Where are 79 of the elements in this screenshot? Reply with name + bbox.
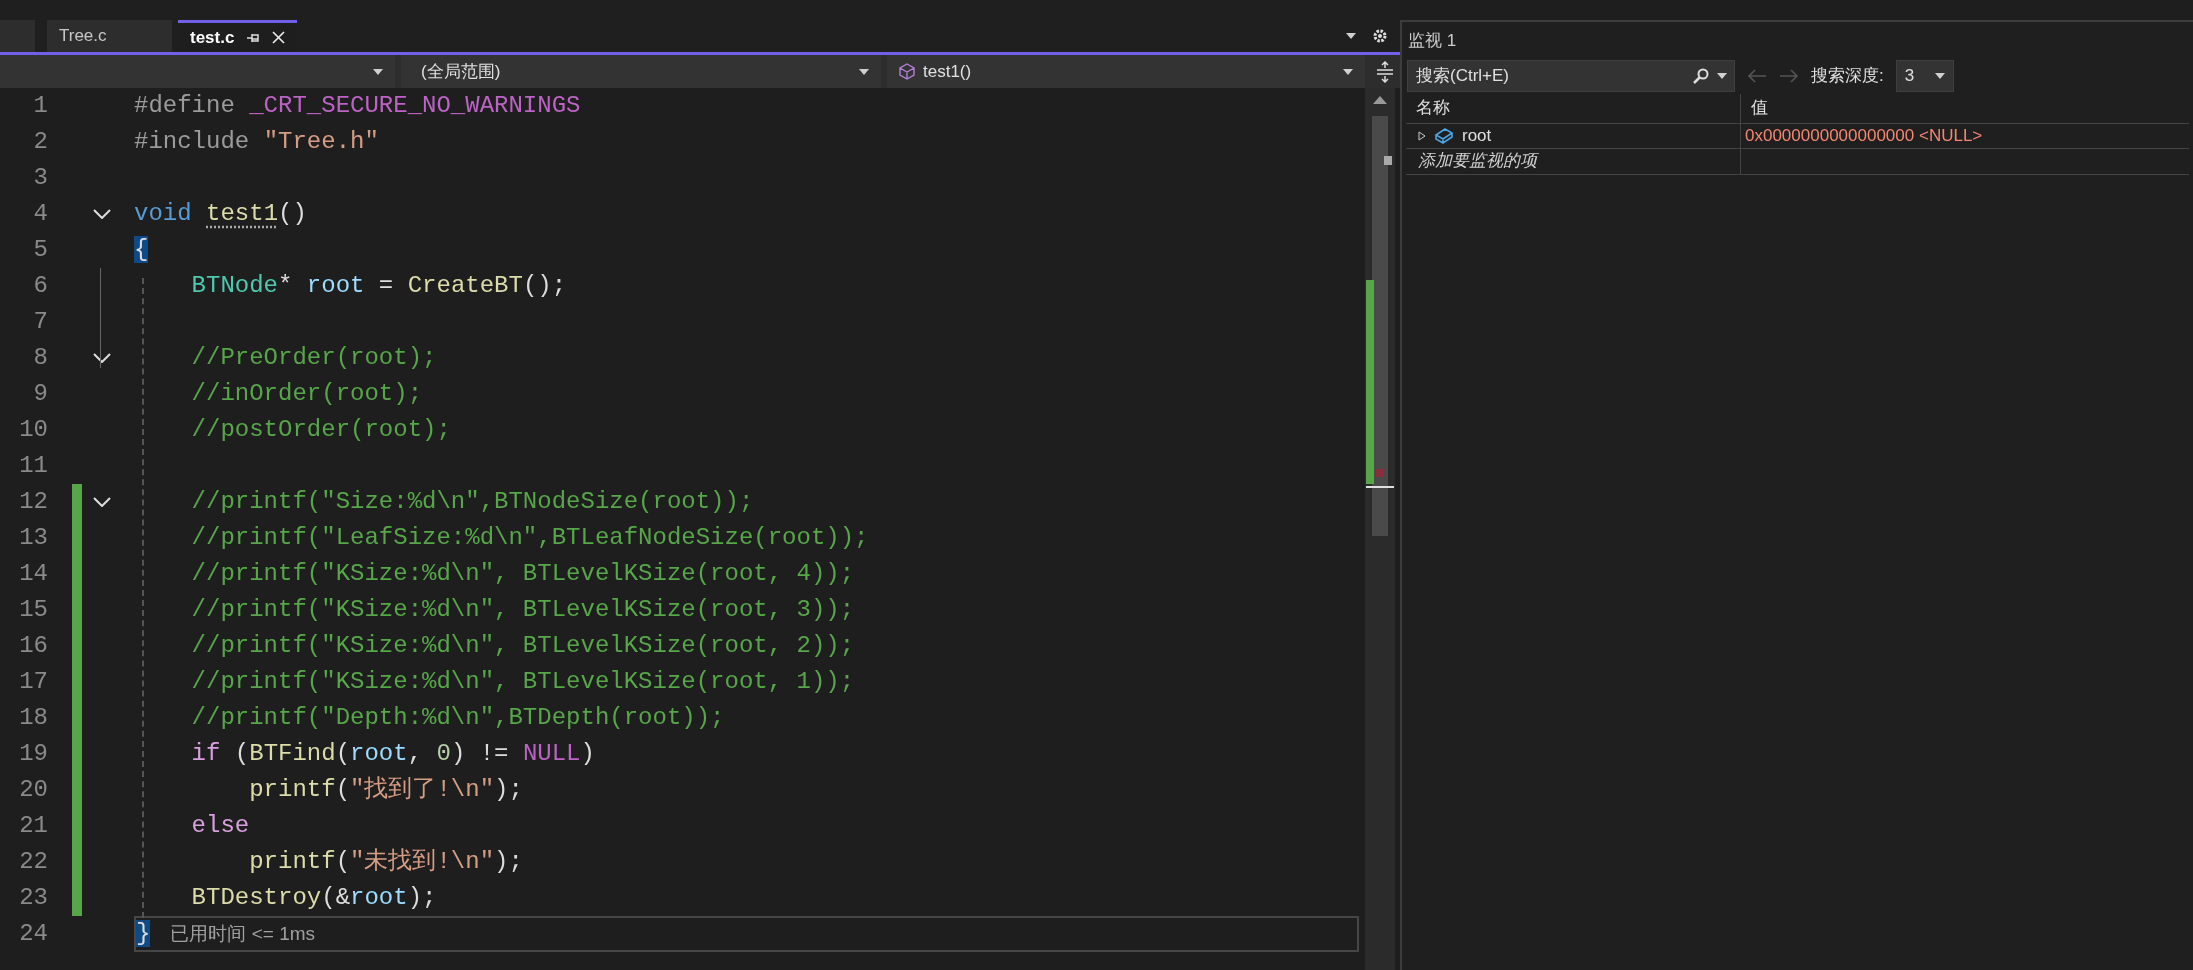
code-line: BTDestroy(&root);: [190, 883, 437, 913]
variable-icon: [1434, 127, 1454, 144]
search-field[interactable]: 搜索(Ctrl+E): [1407, 59, 1735, 92]
code-line: //printf("KSize:%d\n", BTLevelKSize(root, 4));: [190, 559, 855, 589]
caret-position-marker: [1366, 486, 1394, 488]
search-icon[interactable]: [1693, 67, 1709, 84]
line-number: 22: [18, 847, 49, 877]
code-line: //printf("KSize:%d\n", BTLevelKSize(root, 3));: [190, 595, 855, 625]
code-line: #include "Tree.h": [134, 127, 379, 157]
code-line: //printf("KSize:%d\n", BTLevelKSize(root, 2));: [190, 631, 855, 661]
expand-triangle-icon[interactable]: [1418, 130, 1426, 141]
column-header[interactable]: 值: [1741, 93, 2189, 123]
navigation-dropdown[interactable]: (全局范围): [401, 55, 881, 88]
code-line: printf("找到了!\n");: [248, 775, 523, 805]
scroll-track[interactable]: [1372, 116, 1388, 536]
line-number: 10: [18, 415, 49, 445]
collapse-chevron-icon[interactable]: [93, 209, 111, 219]
line-number: 12: [18, 487, 49, 517]
scroll-thumb[interactable]: [1384, 156, 1392, 165]
code-line: if (BTFind(root, 0) != NULL): [190, 739, 595, 769]
tab-list-caret-icon[interactable]: [1346, 33, 1356, 39]
line-number: 9: [32, 379, 49, 409]
scrollbar[interactable]: [1365, 88, 1395, 970]
line-number: 7: [32, 307, 49, 337]
watch-name: root: [1462, 124, 1492, 147]
line-number: 6: [32, 271, 49, 301]
code-line: //printf("KSize:%d\n", BTLevelKSize(root, 1));: [190, 667, 855, 697]
line-number: 2: [32, 127, 49, 157]
line-number: 16: [18, 631, 49, 661]
code-line: BTNode* root = CreateBT();: [190, 271, 567, 301]
split-window-icon[interactable]: [1375, 60, 1395, 83]
code-line: void test1(): [134, 199, 307, 229]
line-number: 3: [32, 163, 49, 193]
watch-value: 0x0000000000000000 <NULL>: [1744, 124, 1984, 147]
collapse-chevron-icon[interactable]: [93, 353, 111, 363]
code-line: //inOrder(root);: [190, 379, 423, 409]
code-line: //printf("Size:%d\n",BTNodeSize(root));: [190, 487, 754, 517]
panel-title: 监视 1: [1407, 30, 1458, 52]
line-number: 24: [18, 919, 49, 949]
collapse-chevron-icon[interactable]: [93, 497, 111, 507]
settings-icon[interactable]: [1372, 28, 1388, 44]
dropdown-caret-icon[interactable]: [859, 68, 869, 75]
file-tab[interactable]: Tree.c: [47, 20, 172, 52]
line-number: 21: [18, 811, 49, 841]
line-number: 19: [18, 739, 49, 769]
code-line: printf("未找到!\n");: [248, 847, 523, 877]
line-number: 17: [18, 667, 49, 697]
code-line: #define _CRT_SECURE_NO_WARNINGS: [134, 91, 581, 121]
close-icon[interactable]: [272, 31, 286, 44]
code-line: else: [190, 811, 250, 841]
line-number: 1: [32, 91, 49, 121]
dropdown-caret-icon[interactable]: [373, 68, 383, 75]
add-watch-item[interactable]: 添加要监视的项: [1406, 148, 1741, 174]
dropdown-caret-icon[interactable]: [1934, 72, 1945, 79]
line-number: 18: [18, 703, 49, 733]
line-number: 13: [18, 523, 49, 553]
code-line: //printf("Depth:%d\n",BTDepth(root));: [190, 703, 725, 733]
depth-dropdown[interactable]: 3: [1895, 59, 1954, 92]
code-line: //printf("LeafSize:%d\n",BTLeafNodeSize(root));: [190, 523, 869, 553]
navigation-dropdown[interactable]: test1(): [887, 55, 1365, 88]
code-line: //PreOrder(root);: [190, 343, 437, 373]
dropdown-caret-icon[interactable]: [1717, 72, 1727, 79]
column-header[interactable]: 名称: [1406, 93, 1741, 123]
depth-label: 搜索深度:: [1811, 64, 1884, 87]
line-number: 11: [18, 451, 49, 481]
line-number: 8: [32, 343, 49, 373]
code-line: //postOrder(root);: [190, 415, 451, 445]
scroll-up-icon[interactable]: [1373, 96, 1387, 104]
line-number: 15: [18, 595, 49, 625]
line-number: 14: [18, 559, 49, 589]
line-number: 20: [18, 775, 49, 805]
dropdown-caret-icon[interactable]: [1343, 68, 1353, 75]
pin-icon[interactable]: [246, 31, 261, 44]
elapsed-time-hint: 已用时间 <= 1ms: [170, 921, 316, 946]
cube-icon: [899, 63, 915, 80]
line-number: 5: [32, 235, 49, 265]
error-marker: [1376, 469, 1383, 477]
line-number: 4: [32, 199, 49, 229]
line-number: 23: [18, 883, 49, 913]
